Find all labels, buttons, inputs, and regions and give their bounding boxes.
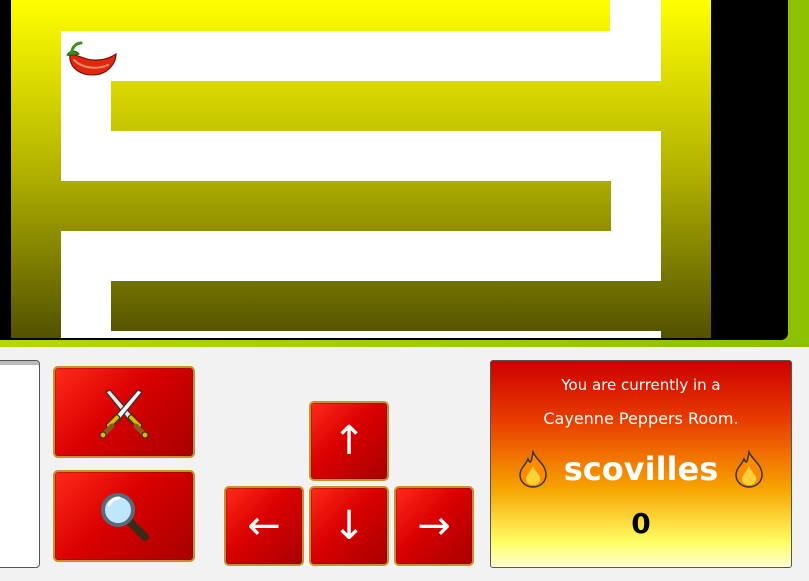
maze-corridor	[61, 331, 661, 338]
arrow-down-icon: ↓	[332, 503, 366, 549]
arrow-left-icon: ←	[247, 503, 281, 549]
magnifying-glass-icon	[55, 472, 193, 560]
arrow-up-icon: ↑	[332, 418, 366, 464]
scoville-header: scovilles	[491, 449, 791, 489]
game-viewport	[0, 0, 788, 340]
crossed-swords-icon	[55, 368, 193, 456]
fire-icon	[518, 450, 547, 488]
scoville-label: scovilles	[563, 450, 719, 488]
room-name-text: Cayenne Peppers Room.	[543, 409, 739, 428]
game-screen: ↑ ← ↓ → You are currently in a Cayenne P…	[0, 0, 809, 581]
control-panel: ↑ ← ↓ → You are currently in a Cayenne P…	[0, 347, 809, 581]
inventory-panel	[0, 360, 40, 568]
game-frame	[0, 0, 809, 347]
move-down-button[interactable]: ↓	[309, 486, 389, 566]
inventory-panel-header	[0, 361, 39, 365]
search-button[interactable]	[53, 470, 195, 562]
arrow-right-icon: →	[417, 503, 451, 549]
attack-button[interactable]	[53, 366, 195, 458]
move-right-button[interactable]: →	[394, 486, 474, 566]
player-chili-pepper-icon	[64, 38, 120, 82]
room-info-text: You are currently in a	[561, 376, 721, 394]
maze-corridor	[61, 231, 111, 338]
fire-icon	[735, 450, 764, 488]
maze-corridor	[61, 231, 661, 281]
room-info-panel: You are currently in a Cayenne Peppers R…	[490, 360, 792, 568]
move-up-button[interactable]: ↑	[309, 401, 389, 481]
scoville-count: 0	[631, 507, 651, 540]
maze-corridor	[61, 31, 661, 81]
maze-corridor	[61, 131, 661, 181]
move-left-button[interactable]: ←	[224, 486, 304, 566]
